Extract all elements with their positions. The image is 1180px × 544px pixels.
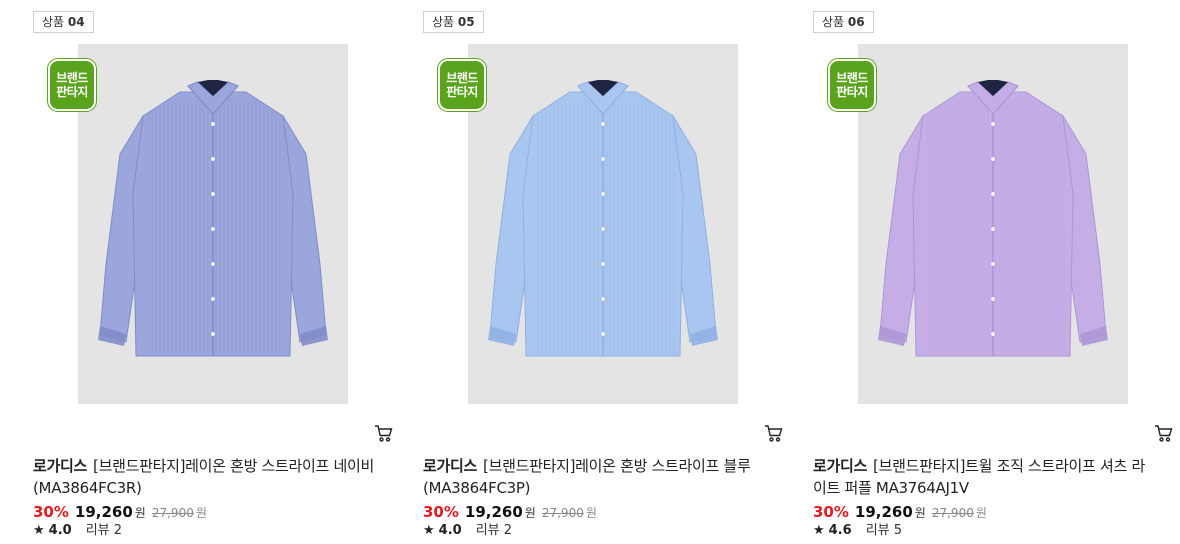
price-row: 30% 19,260 원 27,900 원 bbox=[423, 502, 597, 522]
brand-fantasy-stamp: 브랜드 판타지 bbox=[828, 59, 876, 111]
stamp-line-2: 판타지 bbox=[446, 85, 478, 99]
rating-row: ★ 4.0 리뷰 2 bbox=[33, 522, 122, 540]
rating-row: ★ 4.6 리뷰 5 bbox=[813, 522, 902, 540]
product-name-line-2: (MA3864FC3P) bbox=[423, 479, 531, 497]
product-name-line-2: 이트 퍼플 MA3764AJ1V bbox=[813, 479, 969, 497]
price-unit: 원 bbox=[914, 506, 926, 520]
price-row: 30% 19,260 원 27,900 원 bbox=[33, 502, 207, 522]
product-card[interactable]: 상품 06 브랜드 판타지 로가디스 [브랜드판타지]트윌 조직 스트라이프 셔… bbox=[813, 0, 1173, 544]
product-title[interactable]: 로가디스 [브랜드판타지]트윌 조직 스트라이프 셔츠 라이트 퍼플 MA3764… bbox=[813, 455, 1173, 499]
badge-number: 04 bbox=[67, 15, 85, 29]
badge-label: 상품 bbox=[822, 15, 845, 29]
brand-fantasy-stamp: 브랜드 판타지 bbox=[438, 59, 486, 111]
review-count: 리뷰 2 bbox=[85, 523, 123, 538]
original-price: 27,900 bbox=[541, 506, 584, 520]
original-price: 27,900 bbox=[151, 506, 194, 520]
sale-price: 19,260 bbox=[74, 503, 133, 521]
product-name-line-2: (MA3864FC3R) bbox=[33, 479, 142, 497]
shirt-image bbox=[98, 80, 328, 357]
product-number-badge: 상품 05 bbox=[423, 11, 484, 33]
product-brand: 로가디스 bbox=[813, 457, 868, 475]
badge-number: 05 bbox=[457, 15, 475, 29]
rating-score: 4.6 bbox=[828, 523, 852, 538]
sale-price: 19,260 bbox=[464, 503, 523, 521]
badge-label: 상품 bbox=[42, 15, 65, 29]
stamp-line-1: 브랜드 bbox=[836, 71, 868, 85]
product-image[interactable] bbox=[468, 44, 738, 404]
original-price: 27,900 bbox=[931, 506, 974, 520]
add-to-cart-icon[interactable] bbox=[1154, 424, 1173, 443]
product-title[interactable]: 로가디스 [브랜드판타지]레이온 혼방 스트라이프 블루 (MA3864FC3P) bbox=[423, 455, 783, 499]
price-row: 30% 19,260 원 27,900 원 bbox=[813, 502, 987, 522]
stamp-line-1: 브랜드 bbox=[446, 71, 478, 85]
discount-rate: 30% bbox=[33, 503, 69, 521]
discount-rate: 30% bbox=[813, 503, 849, 521]
product-name-line-1: [브랜드판타지]레이온 혼방 스트라이프 네이비 bbox=[93, 457, 375, 475]
product-name-line-1: [브랜드판타지]레이온 혼방 스트라이프 블루 bbox=[483, 457, 751, 475]
original-price-unit: 원 bbox=[975, 506, 987, 520]
star-icon: ★ bbox=[423, 523, 435, 538]
product-title[interactable]: 로가디스 [브랜드판타지]레이온 혼방 스트라이프 네이비 (MA3864FC3R) bbox=[33, 455, 393, 499]
add-to-cart-icon[interactable] bbox=[374, 424, 393, 443]
star-icon: ★ bbox=[813, 523, 825, 538]
product-card[interactable]: 상품 05 브랜드 판타지 로가디스 [브랜드판타지]레이온 혼방 스트라이프 … bbox=[423, 0, 783, 544]
star-icon: ★ bbox=[33, 523, 45, 538]
stamp-line-2: 판타지 bbox=[56, 85, 88, 99]
product-image[interactable] bbox=[858, 44, 1128, 404]
product-number-badge: 상품 06 bbox=[813, 11, 874, 33]
badge-label: 상품 bbox=[432, 15, 455, 29]
shirt-image bbox=[878, 80, 1108, 357]
brand-fantasy-stamp: 브랜드 판타지 bbox=[48, 59, 96, 111]
rating-score: 4.0 bbox=[438, 523, 462, 538]
badge-number: 06 bbox=[847, 15, 865, 29]
product-number-badge: 상품 04 bbox=[33, 11, 94, 33]
sale-price: 19,260 bbox=[854, 503, 913, 521]
product-brand: 로가디스 bbox=[423, 457, 478, 475]
add-to-cart-icon[interactable] bbox=[764, 424, 783, 443]
review-count: 리뷰 5 bbox=[865, 523, 903, 538]
rating-score: 4.0 bbox=[48, 523, 72, 538]
price-unit: 원 bbox=[524, 506, 536, 520]
price-unit: 원 bbox=[134, 506, 146, 520]
shirt-image bbox=[488, 80, 718, 357]
discount-rate: 30% bbox=[423, 503, 459, 521]
review-count: 리뷰 2 bbox=[475, 523, 513, 538]
product-image[interactable] bbox=[78, 44, 348, 404]
product-name-line-1: [브랜드판타지]트윌 조직 스트라이프 셔츠 라 bbox=[873, 457, 1145, 475]
product-brand: 로가디스 bbox=[33, 457, 88, 475]
rating-row: ★ 4.0 리뷰 2 bbox=[423, 522, 512, 540]
product-grid: 상품 04 브랜드 판타지 로가디스 [브랜드판타지]레이온 혼방 스트라이프 … bbox=[0, 0, 1180, 544]
original-price-unit: 원 bbox=[195, 506, 207, 520]
product-card[interactable]: 상품 04 브랜드 판타지 로가디스 [브랜드판타지]레이온 혼방 스트라이프 … bbox=[33, 0, 393, 544]
stamp-line-1: 브랜드 bbox=[56, 71, 88, 85]
stamp-line-2: 판타지 bbox=[836, 85, 868, 99]
original-price-unit: 원 bbox=[585, 506, 597, 520]
